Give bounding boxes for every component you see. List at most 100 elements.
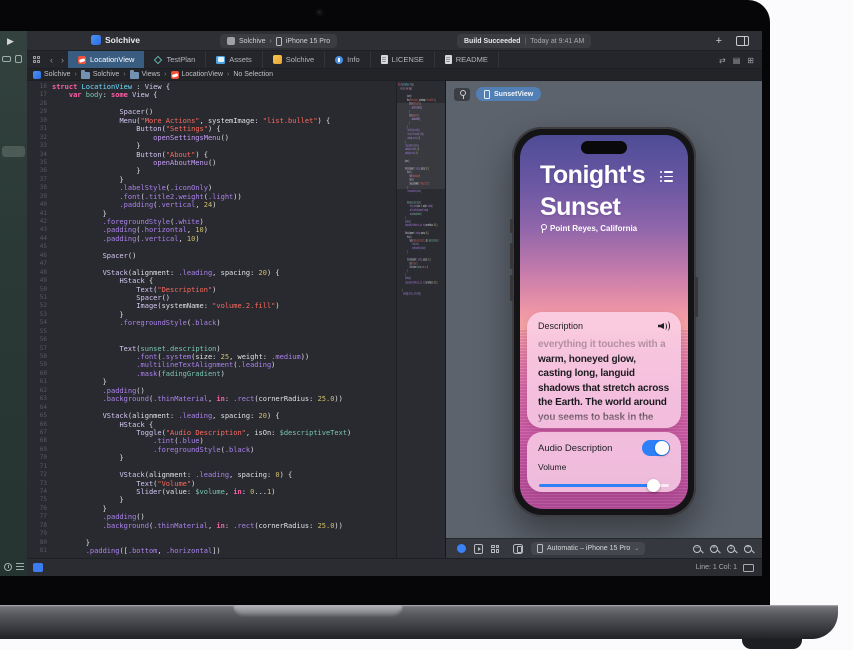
add-button[interactable]: +	[716, 34, 722, 48]
power-button	[695, 277, 698, 317]
tab-assets[interactable]: Assets	[206, 51, 263, 68]
run-button[interactable]: ▶	[7, 35, 14, 47]
separator: |	[524, 38, 526, 45]
recent-files-icon[interactable]	[4, 563, 12, 571]
audio-description-toggle[interactable]	[642, 440, 670, 456]
tab-strip: LocationView TestPlan Assets Solchive Info LI…	[68, 51, 499, 68]
tab-solchive[interactable]: Solchive	[263, 51, 325, 68]
chevron-right-icon: ›	[74, 71, 76, 78]
zoom-in-icon[interactable]: +	[744, 545, 752, 553]
navigator-strip: ▶	[0, 31, 27, 576]
speaker-icon	[658, 322, 670, 331]
iphone-icon	[537, 544, 543, 553]
macbook-deck	[0, 605, 838, 639]
iphone-preview: Tonight's Sunset Poi	[512, 127, 696, 517]
navigator-item[interactable]	[2, 146, 25, 157]
zoom-to-fit-icon[interactable]: 1	[727, 545, 735, 553]
chevron-right-icon: ›	[269, 38, 271, 45]
breadcrumb-item-locationview[interactable]: LocationView	[171, 71, 224, 79]
tab-readme[interactable]: README	[435, 51, 499, 68]
breakpoints-toggle[interactable]	[33, 563, 43, 572]
description-text: everything it touches with a warm, honey…	[538, 338, 670, 426]
editor-controls: ⇄ ▤ ⊞	[719, 51, 754, 69]
breadcrumb-label: LocationView	[182, 71, 224, 78]
tab-overview-icon[interactable]	[33, 56, 40, 63]
cursor-position: Line: 1 Col: 1	[696, 564, 737, 571]
preview-document-icon[interactable]	[474, 544, 483, 554]
tab-info[interactable]: Info	[325, 51, 371, 68]
breadcrumb-item-solchive[interactable]: Solchive	[33, 71, 70, 79]
scheme-project[interactable]: Solchive	[239, 38, 265, 45]
ic-swift-icon	[78, 56, 86, 64]
preview-view-pill[interactable]: SunsetView	[476, 87, 541, 101]
add-editor-icon[interactable]: ⊞	[747, 56, 754, 65]
location-pin-icon	[540, 224, 545, 233]
scheme-selector[interactable]: Solchive › iPhone 15 Pro	[220, 34, 337, 48]
preview-canvas: SunsetView Tonight's	[445, 81, 762, 558]
ic-swift-icon	[171, 71, 179, 79]
code-editor[interactable]: 1617282930313233343536373839404142434445…	[27, 81, 445, 558]
minimap[interactable]: struct LocationView : View { var body: s…	[396, 81, 445, 558]
live-preview-icon[interactable]	[457, 544, 466, 553]
scheme-device[interactable]: iPhone 15 Pro	[286, 38, 330, 45]
scheme-app-icon	[227, 37, 235, 45]
breadcrumb-item-views[interactable]: Views	[130, 70, 161, 79]
location-label: Point Reyes, California	[550, 224, 637, 233]
project-title: Solchive	[105, 35, 140, 45]
tab-license[interactable]: LICENSE	[371, 51, 435, 68]
back-icon[interactable]: ‹	[50, 55, 53, 65]
pushpin-icon[interactable]	[454, 88, 470, 101]
device-settings-icon[interactable]	[513, 544, 523, 554]
chevron-right-icon: ›	[164, 71, 166, 78]
tab-label: TestPlan	[166, 55, 195, 64]
zoom-controls: – = 1 +	[693, 545, 752, 553]
filter-list-icon[interactable]	[16, 563, 24, 570]
sunset-title: Tonight's Sunset	[540, 159, 645, 223]
project-title-group: Solchive	[91, 35, 140, 45]
tab-label: LICENSE	[392, 55, 424, 64]
window-content: Solchive Solchive › iPhone 15 Pro Build …	[27, 31, 762, 576]
editor-options-icon[interactable]: ▤	[733, 56, 741, 65]
marketing-scene: ▶ Solchive Solchive ›	[0, 0, 853, 650]
ic-doc-icon	[381, 55, 388, 64]
build-time: Today at 9:41 AM	[530, 38, 584, 45]
tab-locationview[interactable]: LocationView	[68, 51, 144, 68]
breadcrumb: Solchive›Solchive›Views›LocationView›No …	[27, 69, 762, 81]
list-bullet-icon[interactable]	[660, 171, 673, 185]
breadcrumb-item-no-selection[interactable]: No Selection	[233, 71, 273, 78]
zoom-out-icon[interactable]: –	[693, 545, 701, 553]
device-picker-label: Automatic – iPhone 15 Pro	[547, 545, 630, 552]
display-icon[interactable]	[743, 564, 754, 572]
tab-label: Info	[347, 55, 360, 64]
device-picker[interactable]: Automatic – iPhone 15 Pro ⌄	[531, 542, 645, 555]
toolbar-device-icon[interactable]	[2, 56, 11, 62]
macbook-display: ▶ Solchive Solchive ›	[0, 0, 770, 606]
forward-icon[interactable]: ›	[61, 55, 64, 65]
ic-proj-icon	[33, 71, 41, 79]
zoom-actual-size-icon[interactable]: =	[710, 545, 718, 553]
toolbar-organizer-icon[interactable]	[15, 55, 22, 63]
iphone-screen: Tonight's Sunset Poi	[520, 135, 688, 509]
variants-grid-icon[interactable]	[491, 545, 499, 553]
ic-folder-icon	[81, 72, 90, 79]
xcode-window: ▶ Solchive Solchive ›	[0, 31, 762, 576]
swap-editors-icon[interactable]: ⇄	[719, 56, 726, 65]
chevron-right-icon: ›	[123, 71, 125, 78]
tab-label: Assets	[229, 55, 252, 64]
tab-label: Solchive	[286, 55, 314, 64]
description-card: Description everything it touches with a…	[527, 312, 681, 428]
chevron-right-icon: ›	[227, 71, 229, 78]
ic-assets-icon	[216, 56, 225, 64]
volume-slider[interactable]	[538, 479, 670, 492]
breadcrumb-label: No Selection	[233, 71, 273, 78]
tab-testplan[interactable]: TestPlan	[144, 51, 206, 68]
webcam-icon	[316, 9, 323, 16]
breadcrumb-label: Solchive	[44, 71, 70, 78]
activity-view[interactable]: Build Succeeded | Today at 9:41 AM	[457, 34, 591, 48]
inspector-toggle-icon[interactable]	[736, 36, 749, 46]
mute-switch	[510, 219, 513, 233]
audio-card: Audio Description Volume	[527, 432, 681, 492]
tab-bar: ‹ › LocationView TestPlan Assets Solchive In…	[27, 51, 762, 69]
breadcrumb-item-solchive[interactable]: Solchive	[81, 70, 119, 79]
description-title: Description	[538, 321, 583, 331]
